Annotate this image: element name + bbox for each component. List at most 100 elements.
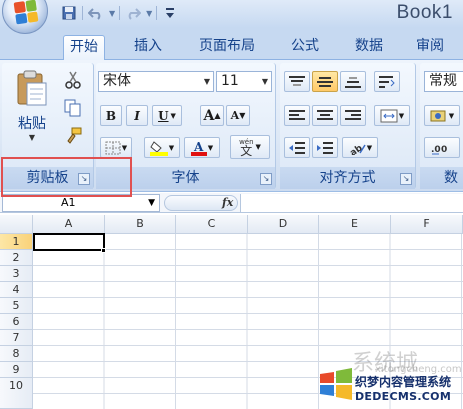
fill-color-button[interactable]: ▼ (144, 137, 180, 158)
row-header-9[interactable]: 9 (0, 362, 33, 378)
decrease-indent-icon (289, 141, 305, 154)
fill-handle[interactable] (101, 248, 106, 253)
tab-insert[interactable]: 插入 (128, 35, 168, 60)
accounting-format-icon (430, 110, 446, 121)
align-left-icon (289, 109, 305, 120)
orientation-dropdown-icon: ▼ (366, 143, 373, 152)
paste-label: 粘贴 (18, 116, 46, 132)
underline-button[interactable]: U ▼ (152, 105, 182, 126)
wrap-text-icon (379, 75, 395, 88)
text-orientation-button[interactable]: ab ▼ (342, 137, 378, 158)
paste-button[interactable]: 粘贴 ▼ (10, 69, 54, 157)
increase-indent-icon (317, 141, 333, 154)
number-format-value: 常规 (429, 73, 457, 89)
text-orientation-icon: ab (348, 143, 366, 155)
svg-text:0: 0 (441, 145, 447, 155)
font-color-icon: A (190, 140, 207, 156)
row-header-10[interactable]: 10 (0, 378, 33, 409)
cut-icon[interactable] (62, 69, 84, 91)
shrink-font-icon: A (230, 109, 240, 122)
borders-dropdown-icon: ▼ (121, 143, 128, 152)
customize-qat-icon[interactable] (161, 4, 179, 22)
align-center-button[interactable] (312, 105, 338, 126)
row-header-8[interactable]: 8 (0, 346, 33, 362)
phonetic-button[interactable]: wén 文 ▼ (230, 135, 270, 159)
row-header-7[interactable]: 7 (0, 330, 33, 346)
phonetic-char: 文 (240, 144, 253, 158)
number-format-combo[interactable]: 常规 (424, 71, 463, 92)
save-icon[interactable] (60, 4, 78, 22)
redo-dropdown-icon[interactable]: ▼ (146, 9, 152, 18)
shrink-font-button[interactable]: A ▼ (226, 105, 250, 126)
tab-formulas[interactable]: 公式 (285, 35, 325, 60)
name-box-value: A1 (61, 196, 76, 209)
row-header-2[interactable]: 2 (0, 250, 33, 266)
watermark-line-2: DEDECMS.COM (355, 390, 452, 403)
accounting-format-button[interactable]: ▼ (424, 105, 460, 126)
tab-review[interactable]: 审阅 (410, 35, 450, 60)
tab-home[interactable]: 开始 (63, 35, 105, 60)
tab-data[interactable]: 数据 (349, 35, 389, 60)
increase-decimal-button[interactable]: .0 0 (424, 137, 460, 158)
select-all-corner[interactable] (0, 215, 33, 234)
align-bottom-button[interactable] (340, 71, 366, 92)
formula-input[interactable] (240, 194, 463, 212)
row-header-3[interactable]: 3 (0, 266, 33, 282)
italic-icon: I (134, 108, 140, 123)
undo-icon[interactable] (87, 4, 105, 22)
column-header-a[interactable]: A (33, 215, 105, 234)
name-box-dropdown-icon[interactable]: ▼ (148, 195, 155, 211)
row-header-4[interactable]: 4 (0, 282, 33, 298)
shrink-arrow-icon: ▼ (239, 111, 246, 120)
title-bar: ▼ ▼ Book1 (0, 0, 463, 34)
alignment-group-label: 对齐方式 (280, 167, 415, 189)
font-name-combo[interactable]: 宋体 ▼ (98, 71, 214, 92)
borders-icon (105, 141, 121, 154)
merge-center-icon (380, 109, 398, 122)
phonetic-dropdown-icon: ▼ (255, 143, 261, 151)
copy-icon[interactable] (62, 97, 84, 119)
align-right-button[interactable] (340, 105, 366, 126)
font-color-dropdown-icon: ▼ (207, 143, 214, 152)
grow-font-button[interactable]: A ▲ (200, 105, 224, 126)
active-cell[interactable] (33, 233, 105, 251)
grow-font-icon: A (203, 107, 215, 124)
merge-center-button[interactable]: ▼ (374, 105, 410, 126)
fill-color-dropdown-icon: ▼ (168, 143, 175, 152)
font-color-button[interactable]: A ▼ (184, 137, 220, 158)
decrease-indent-button[interactable] (284, 137, 310, 158)
font-name-dropdown-icon[interactable]: ▼ (204, 72, 210, 91)
highlight-box (1, 157, 132, 197)
increase-indent-button[interactable] (312, 137, 338, 158)
column-header-b[interactable]: B (105, 215, 176, 234)
bold-icon: B (105, 108, 117, 123)
font-size-dropdown-icon[interactable]: ▼ (262, 72, 268, 91)
align-left-button[interactable] (284, 105, 310, 126)
bold-button[interactable]: B (100, 105, 122, 126)
align-top-button[interactable] (284, 71, 310, 92)
font-launcher-icon[interactable]: ↘ (260, 173, 272, 185)
insert-function-icon[interactable]: fx (222, 196, 233, 209)
italic-button[interactable]: I (126, 105, 148, 126)
row-header-1[interactable]: 1 (0, 234, 33, 250)
align-middle-icon (317, 76, 333, 87)
column-header-e[interactable]: E (319, 215, 391, 234)
row-header-6[interactable]: 6 (0, 314, 33, 330)
align-middle-button[interactable] (312, 71, 338, 92)
column-header-c[interactable]: C (176, 215, 248, 234)
format-painter-icon[interactable] (62, 125, 84, 147)
accounting-dropdown-icon: ▼ (448, 111, 455, 120)
redo-icon[interactable] (124, 4, 142, 22)
undo-dropdown-icon[interactable]: ▼ (109, 9, 115, 18)
column-header-f[interactable]: F (391, 215, 463, 234)
align-center-icon (317, 109, 333, 120)
alignment-launcher-icon[interactable]: ↘ (400, 173, 412, 185)
borders-button[interactable]: ▼ (100, 137, 132, 158)
font-size-combo[interactable]: 11 ▼ (216, 71, 272, 92)
underline-icon: U (158, 108, 169, 123)
orientation-button[interactable] (374, 71, 400, 92)
svg-text:A: A (193, 140, 204, 154)
row-header-5[interactable]: 5 (0, 298, 33, 314)
tab-page-layout[interactable]: 页面布局 (193, 35, 261, 60)
column-header-d[interactable]: D (248, 215, 319, 234)
